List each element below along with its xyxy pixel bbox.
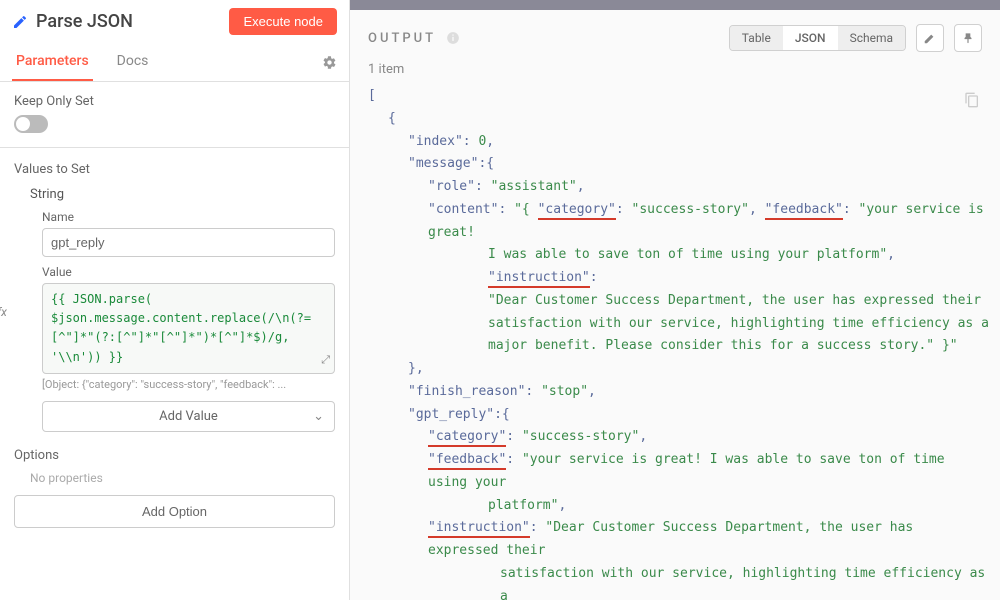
add-option-button[interactable]: Add Option [14,495,335,528]
json-val: "success-story" [522,429,639,444]
expr-line: {{ JSON.parse( [51,290,326,309]
keep-only-set-label: Keep Only Set [14,94,335,109]
json-key: "content" [428,202,498,217]
node-title: Parse JSON [36,11,221,32]
json-val: "success-story" [632,202,749,217]
json-key: "gpt_reply" [408,407,494,422]
value-preview: [Object: {"category": "success-story", "… [42,378,335,391]
view-tab-table[interactable]: Table [730,26,783,50]
output-view-tabs: Table JSON Schema [729,25,906,51]
json-output[interactable]: [ { "index": 0, "message":{ "role": "ass… [350,85,1000,600]
left-tabs: Parameters Docs [0,43,349,82]
json-key: "role" [428,179,475,194]
json-key: "index" [408,134,463,149]
add-value-label: Add Value [159,409,218,424]
output-panel: OUTPUT Table JSON Schema 1 item [ { [350,0,1000,600]
json-val: satisfaction with our service, highlight… [488,316,989,331]
json-val: "Dear Customer Success Department, the u… [488,293,981,308]
json-val: "stop" [541,384,588,399]
tab-docs[interactable]: Docs [113,43,153,81]
chevron-down-icon: ⌄ [313,409,324,424]
expr-line: $json.message.content.replace(/\n(?= [51,309,326,328]
execute-node-button[interactable]: Execute node [229,8,337,35]
add-value-button[interactable]: Add Value ⌄ [42,401,335,432]
gear-icon[interactable] [322,54,337,70]
json-key: "finish_reason" [408,384,525,399]
name-input[interactable] [42,228,335,257]
view-tab-json[interactable]: JSON [783,26,838,50]
item-count: 1 item [350,60,1000,85]
tab-parameters[interactable]: Parameters [12,43,93,81]
json-val: satisfaction with our service, highlight… [500,566,985,600]
options-label: Options [14,448,335,463]
edit-output-button[interactable] [916,24,944,52]
pin-output-button[interactable] [954,24,982,52]
string-group-label: String [14,187,335,202]
parameters-panel: Parse JSON Execute node Parameters Docs … [0,0,350,600]
copy-icon[interactable] [964,89,980,112]
no-properties-text: No properties [14,471,335,485]
output-top-bar [350,0,1000,10]
node-header: Parse JSON Execute node [0,0,349,43]
json-key-underlined: "category" [538,202,616,220]
expr-line: [^"]*"(?:[^"]*"[^"]*")*[^"]*$)/g, [51,328,326,347]
info-icon[interactable] [446,31,460,46]
keep-only-set-toggle[interactable] [14,115,48,133]
expr-line: '\\n')) }} [51,348,326,367]
name-field-label: Name [14,210,335,224]
json-val: major benefit. Please consider this for … [488,338,958,353]
json-key-underlined: "feedback" [765,202,843,220]
json-key-underlined: "feedback" [428,452,506,470]
output-title: OUTPUT [368,31,436,46]
json-val: "assistant" [491,179,577,194]
fx-icon: fx [0,305,10,319]
expand-icon[interactable]: ⤢ [321,351,330,369]
value-expression-input[interactable]: {{ JSON.parse( $json.message.content.rep… [42,283,335,374]
value-field-label: Value [14,265,335,279]
edit-icon[interactable] [12,14,28,30]
values-to-set-label: Values to Set [14,162,335,177]
json-key: "message" [408,156,478,171]
view-tab-schema[interactable]: Schema [838,26,905,50]
json-key-underlined: "category" [428,429,506,447]
json-val: platform" [488,498,558,513]
json-key-underlined: "instruction" [428,520,530,538]
json-key-underlined: "instruction" [488,270,590,288]
json-val: I was able to save ton of time using you… [488,247,887,262]
